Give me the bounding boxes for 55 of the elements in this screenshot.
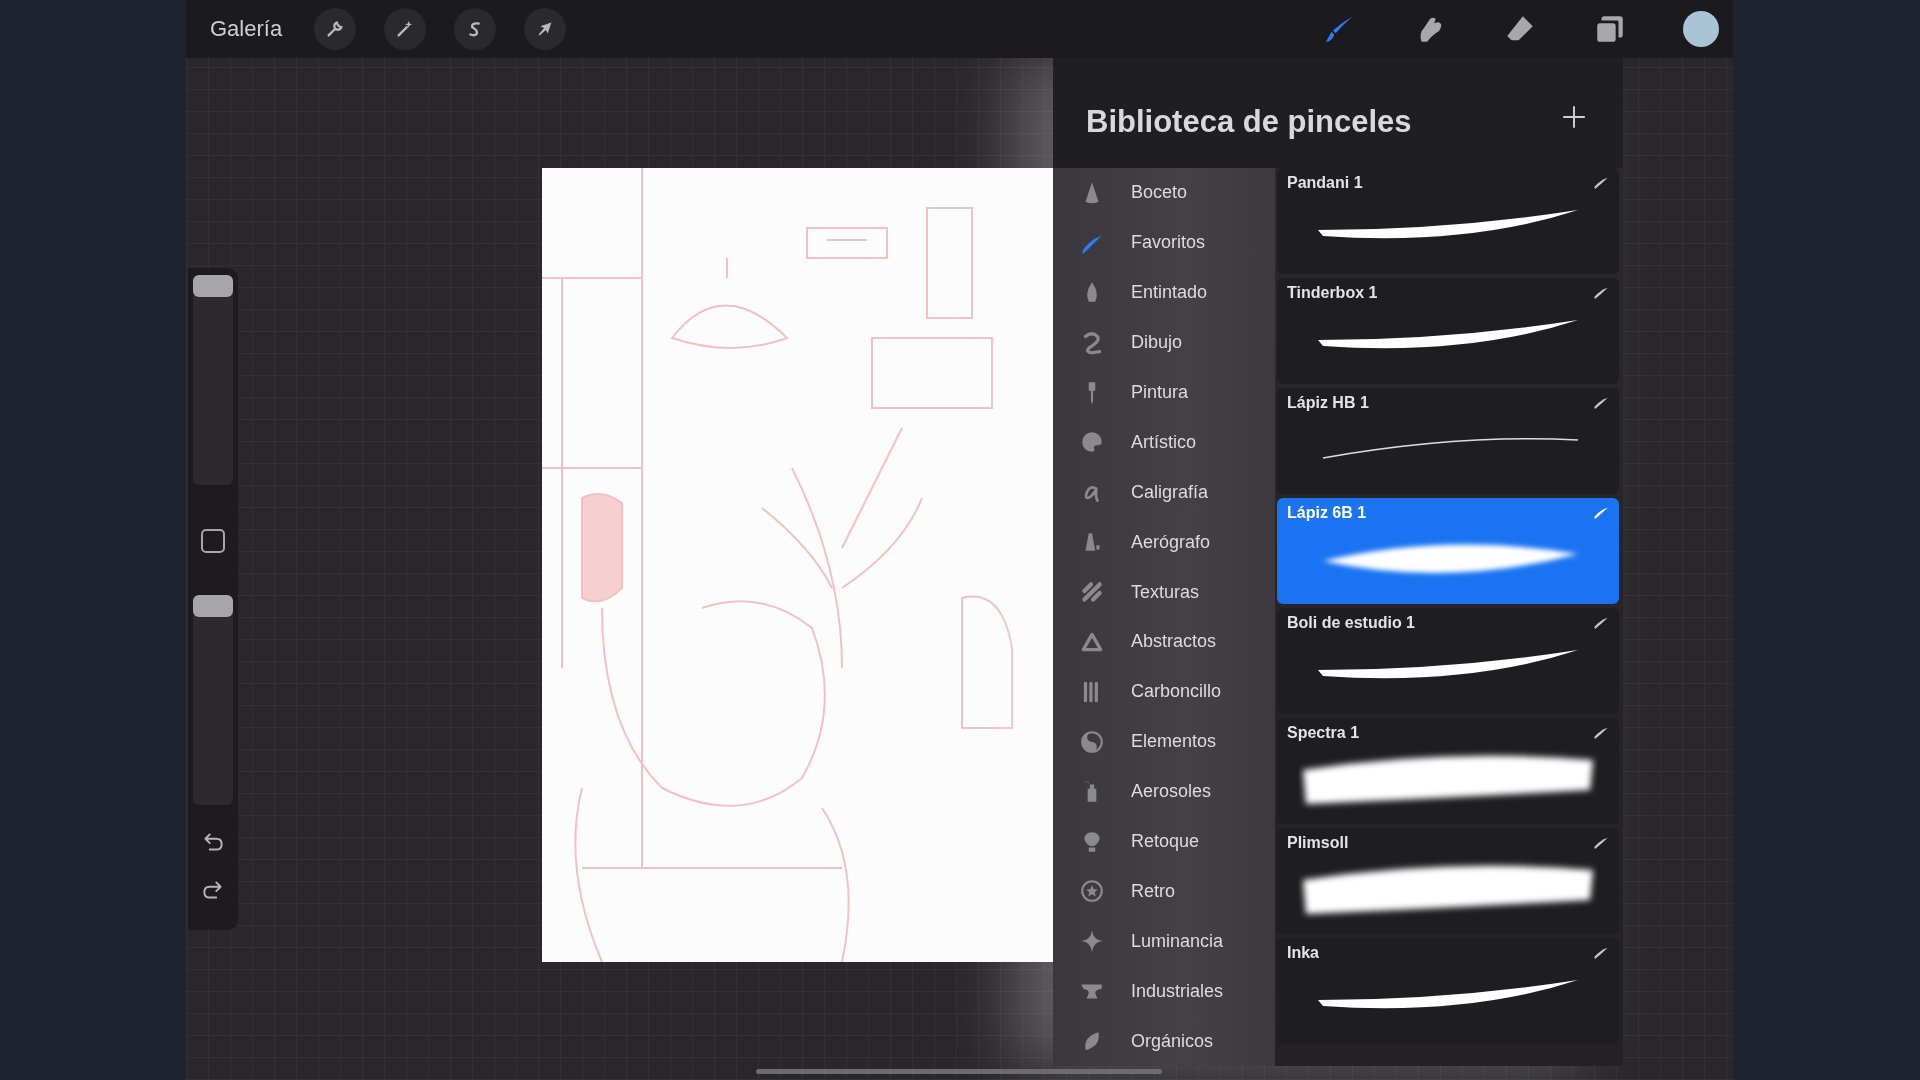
- slider-thumb[interactable]: [193, 275, 233, 297]
- category-item[interactable]: Entintado: [1053, 267, 1275, 318]
- stroke-icon: [1593, 395, 1609, 411]
- stroke-icon: [1593, 505, 1609, 521]
- category-item[interactable]: Carboncillo: [1053, 666, 1275, 717]
- stroke-icon: [1593, 175, 1609, 191]
- brush-name: Boli de estudio 1: [1287, 614, 1415, 632]
- category-item[interactable]: Texturas: [1053, 567, 1275, 617]
- opacity-slider[interactable]: [193, 595, 233, 805]
- category-item[interactable]: Abstractos: [1053, 617, 1275, 667]
- stroke-icon: [1593, 945, 1609, 961]
- stroke-icon: [1593, 615, 1609, 631]
- brush-card[interactable]: Boli de estudio 1: [1277, 608, 1619, 714]
- brush-card[interactable]: Lápiz 6B 1: [1277, 498, 1619, 604]
- category-item[interactable]: Favoritos: [1053, 217, 1275, 268]
- add-icon[interactable]: [1561, 104, 1587, 130]
- stroke-icon: [1593, 725, 1609, 741]
- category-item[interactable]: Elementos: [1053, 716, 1275, 767]
- brush-card[interactable]: Inka: [1277, 938, 1619, 1044]
- color-swatch[interactable]: [1683, 11, 1719, 47]
- category-item[interactable]: Aerógrafo: [1053, 517, 1275, 568]
- panel-title: Biblioteca de pinceles: [1086, 104, 1412, 140]
- category-item[interactable]: Aerosoles: [1053, 766, 1275, 817]
- stroke-icon: [1593, 285, 1609, 301]
- s-curve-button[interactable]: [454, 8, 497, 50]
- brush-size-slider[interactable]: [193, 275, 233, 485]
- brush-card[interactable]: Plimsoll: [1277, 828, 1619, 934]
- brush-name: Tinderbox 1: [1287, 284, 1378, 302]
- category-item[interactable]: Caligrafía: [1053, 467, 1275, 518]
- category-item[interactable]: Orgánicos: [1053, 1016, 1275, 1067]
- slider-thumb[interactable]: [193, 595, 233, 617]
- brush-card[interactable]: Spectra 1: [1277, 718, 1619, 824]
- arrow-cursor-button[interactable]: [524, 8, 567, 50]
- brush-name: Plimsoll: [1287, 834, 1349, 852]
- brush-name: Lápiz 6B 1: [1287, 504, 1367, 522]
- wrench-button[interactable]: [314, 8, 357, 50]
- brush-card[interactable]: Pandani 1: [1277, 168, 1619, 274]
- category-item[interactable]: Boceto: [1053, 168, 1275, 218]
- category-item[interactable]: Dibujo: [1053, 317, 1275, 368]
- modify-button[interactable]: [201, 529, 225, 553]
- category-item[interactable]: Retro: [1053, 866, 1275, 917]
- category-item[interactable]: Artístico: [1053, 417, 1275, 468]
- magic-wand-button[interactable]: [384, 8, 427, 50]
- category-item[interactable]: Luminancia: [1053, 916, 1275, 967]
- gallery-link[interactable]: Galería: [210, 16, 283, 42]
- category-item[interactable]: Industriales: [1053, 966, 1275, 1017]
- brush-card[interactable]: Lápiz HB 1: [1277, 388, 1619, 494]
- category-item[interactable]: Pintura: [1053, 367, 1275, 418]
- brush-name: Inka: [1287, 944, 1319, 962]
- category-item[interactable]: Retoque: [1053, 816, 1275, 867]
- brush-name: Pandani 1: [1287, 174, 1363, 192]
- brush-card[interactable]: Tinderbox 1: [1277, 278, 1619, 384]
- brush-name: Spectra 1: [1287, 724, 1360, 742]
- stroke-icon: [1593, 835, 1609, 851]
- brush-name: Lápiz HB 1: [1287, 394, 1369, 412]
